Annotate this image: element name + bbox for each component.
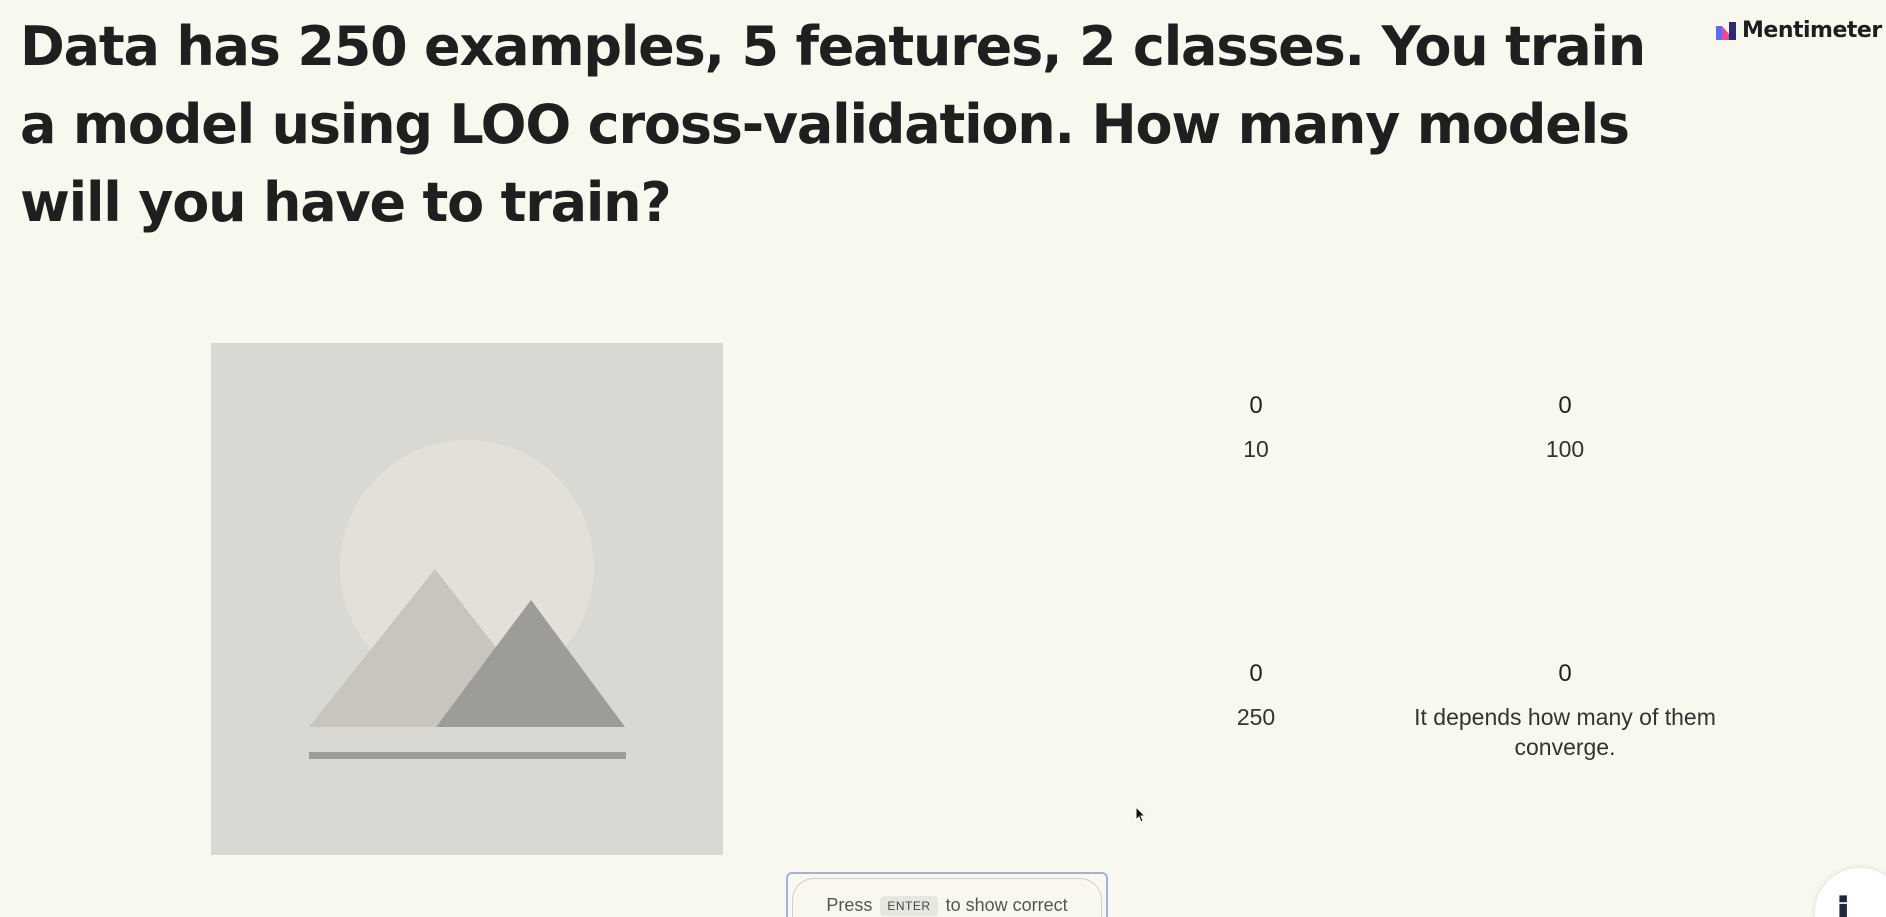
- badge-logo-icon: 𝐢: [1837, 888, 1850, 917]
- option-label: 10: [1243, 436, 1269, 462]
- show-correct-hint: Press ENTER to show correct: [792, 878, 1102, 917]
- option-10: 0 10: [1096, 391, 1416, 464]
- show-correct-button[interactable]: Press ENTER to show correct: [786, 872, 1108, 917]
- option-250: 0 250: [1096, 659, 1416, 732]
- mouse-pointer-icon: [1135, 806, 1147, 823]
- option-label: 100: [1545, 436, 1585, 462]
- mentimeter-icon: [1716, 21, 1736, 40]
- question-title: Data has 250 examples, 5 features, 2 cla…: [20, 15, 1646, 234]
- vote-count: 0: [1249, 660, 1263, 687]
- option-it-depends: 0 It depends how many of them converge.: [1405, 659, 1725, 762]
- vote-count: 0: [1558, 660, 1572, 687]
- option-label: 250: [1236, 704, 1276, 730]
- enter-key-badge: ENTER: [880, 896, 938, 916]
- option-label: It depends how many of them converge.: [1414, 704, 1716, 760]
- mentimeter-logo: Mentimeter: [1716, 18, 1882, 43]
- vote-count: 0: [1249, 392, 1263, 419]
- hint-prefix: Press: [826, 895, 873, 915]
- option-100: 0 100: [1405, 391, 1725, 464]
- vote-count: 0: [1558, 392, 1572, 419]
- hint-suffix: to show correct: [945, 895, 1068, 915]
- presenter-badge[interactable]: 𝐢: [1815, 868, 1886, 917]
- image-placeholder: [211, 343, 723, 855]
- brand-name: Mentimeter: [1742, 18, 1882, 43]
- ground-line: [309, 752, 626, 759]
- slide: Data has 250 examples, 5 features, 2 cla…: [0, 0, 1886, 917]
